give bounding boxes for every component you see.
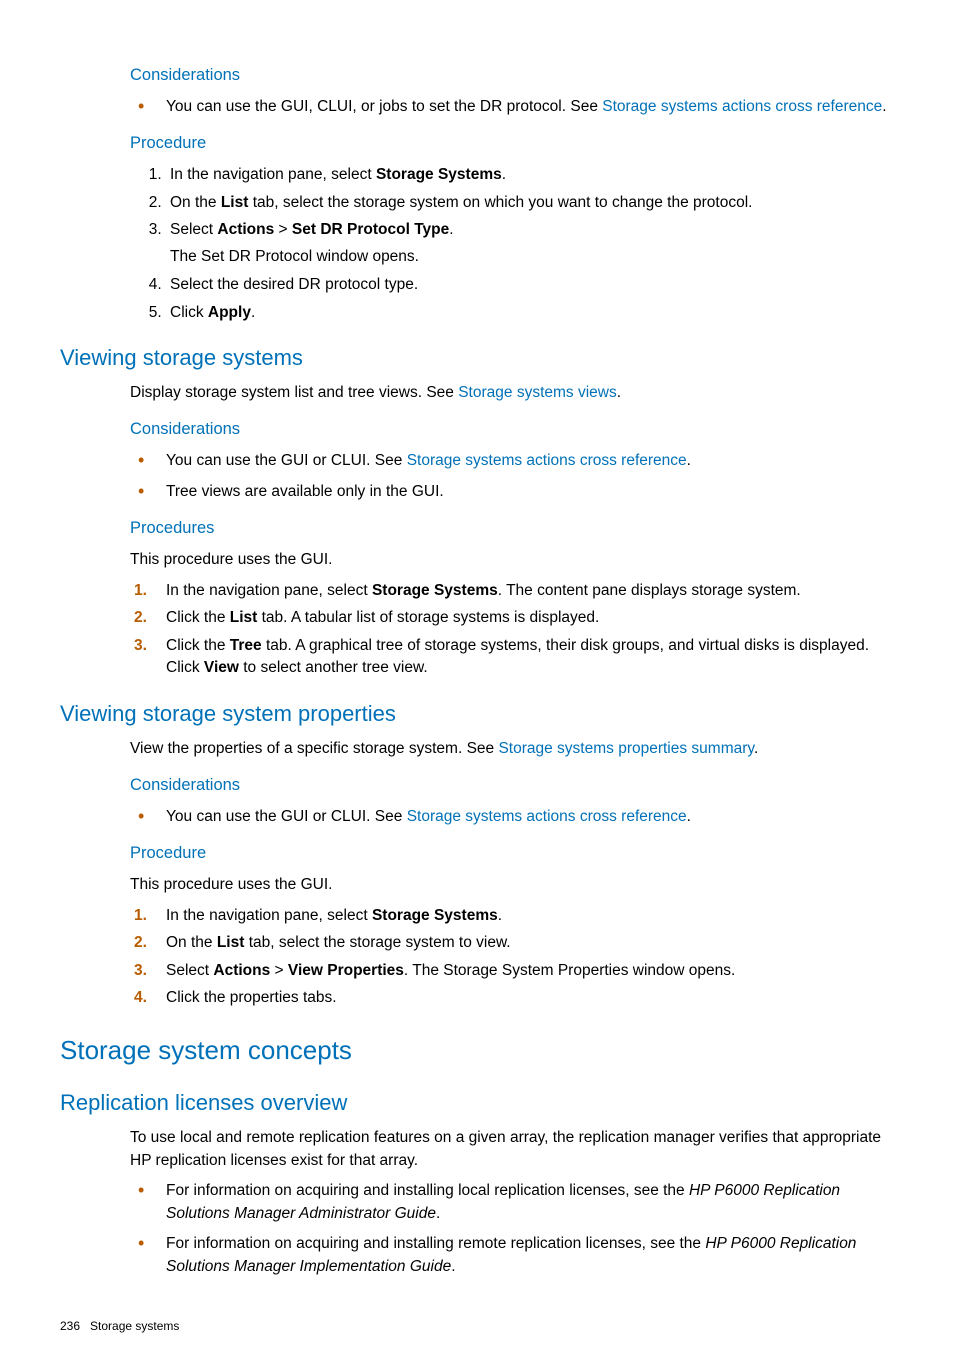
text: You can use the GUI, CLUI, or jobs to se… <box>166 98 602 115</box>
list-item: You can use the GUI or CLUI. See Storage… <box>130 806 894 828</box>
bold: List <box>230 609 258 626</box>
list-item: Select Actions > Set DR Protocol Type. T… <box>166 219 894 268</box>
section-heading-licenses: Replication licenses overview <box>60 1087 894 1119</box>
text: You can use the GUI or CLUI. See <box>166 808 407 825</box>
text: In the navigation pane, select <box>170 166 376 183</box>
bold: Storage Systems <box>372 582 498 599</box>
text: Click the <box>166 637 230 654</box>
bold: Storage Systems <box>372 907 498 924</box>
considerations-list: You can use the GUI, CLUI, or jobs to se… <box>130 96 894 118</box>
considerations-list: You can use the GUI or CLUI. See Storage… <box>130 806 894 828</box>
list-item: Click the Tree tab. A graphical tree of … <box>130 635 894 680</box>
paragraph: Display storage system list and tree vie… <box>130 382 894 404</box>
text: Click <box>170 304 208 321</box>
text: . <box>449 221 453 238</box>
list-item: Tree views are available only in the GUI… <box>130 481 894 503</box>
text: . The Storage System Properties window o… <box>404 962 735 979</box>
text: . <box>687 452 691 469</box>
list-item: On the List tab, select the storage syst… <box>130 932 894 954</box>
link-cross-reference[interactable]: Storage systems actions cross reference <box>407 808 687 825</box>
list-item: You can use the GUI, CLUI, or jobs to se… <box>130 96 894 118</box>
text: In the navigation pane, select <box>166 582 372 599</box>
list-item: In the navigation pane, select Storage S… <box>130 905 894 927</box>
list-item: Click Apply. <box>166 302 894 324</box>
text: For information on acquiring and install… <box>166 1182 689 1199</box>
bold: List <box>217 934 245 951</box>
link-storage-views[interactable]: Storage systems views <box>458 384 617 401</box>
list-item: For information on acquiring and install… <box>130 1233 894 1278</box>
text: tab. A tabular list of storage systems i… <box>257 609 599 626</box>
text: Select <box>166 962 213 979</box>
procedure-list: In the navigation pane, select Storage S… <box>130 905 894 1010</box>
section-heading-viewing-systems: Viewing storage systems <box>60 342 894 374</box>
page-footer: 236 Storage systems <box>60 1318 894 1335</box>
bold: View Properties <box>288 962 404 979</box>
sub-text: The Set DR Protocol window opens. <box>170 246 894 268</box>
procedures-heading: Procedures <box>130 517 894 541</box>
considerations-heading: Considerations <box>130 774 894 798</box>
list-item: In the navigation pane, select Storage S… <box>130 580 894 602</box>
bold: Storage Systems <box>376 166 502 183</box>
procedure-heading: Procedure <box>130 132 894 156</box>
text: . <box>251 304 255 321</box>
procedure-list: In the navigation pane, select Storage S… <box>130 580 894 680</box>
text: View the properties of a specific storag… <box>130 740 498 757</box>
text: . <box>451 1258 455 1275</box>
text: . <box>882 98 886 115</box>
text: . <box>687 808 691 825</box>
procedure-list: In the navigation pane, select Storage S… <box>130 164 894 324</box>
link-cross-reference[interactable]: Storage systems actions cross reference <box>602 98 882 115</box>
text: to select another tree view. <box>239 659 428 676</box>
section-heading-viewing-properties: Viewing storage system properties <box>60 698 894 730</box>
list-item: In the navigation pane, select Storage S… <box>166 164 894 186</box>
text: For information on acquiring and install… <box>166 1235 705 1252</box>
bold: Actions <box>217 221 274 238</box>
text: > <box>270 962 288 979</box>
text: tab, select the storage system to view. <box>244 934 510 951</box>
paragraph: This procedure uses the GUI. <box>130 874 894 896</box>
list-item: Select Actions > View Properties. The St… <box>130 960 894 982</box>
text: In the navigation pane, select <box>166 907 372 924</box>
link-cross-reference[interactable]: Storage systems actions cross reference <box>407 452 687 469</box>
text: On the <box>166 934 217 951</box>
text: On the <box>170 194 221 211</box>
text: tab, select the storage system on which … <box>248 194 752 211</box>
considerations-list: You can use the GUI or CLUI. See Storage… <box>130 450 894 503</box>
considerations-heading: Considerations <box>130 64 894 88</box>
section-heading-concepts: Storage system concepts <box>60 1032 894 1070</box>
bold: Set DR Protocol Type <box>292 221 449 238</box>
list-item: Click the properties tabs. <box>130 987 894 1009</box>
text: . <box>436 1205 440 1222</box>
procedure-heading: Procedure <box>130 842 894 866</box>
text: . The content pane displays storage syst… <box>498 582 801 599</box>
paragraph: To use local and remote replication feat… <box>130 1127 894 1172</box>
text: . <box>617 384 621 401</box>
bold: Apply <box>208 304 251 321</box>
list-item: On the List tab, select the storage syst… <box>166 192 894 214</box>
list-item: You can use the GUI or CLUI. See Storage… <box>130 450 894 472</box>
chapter-name: Storage systems <box>90 1319 179 1333</box>
bold: View <box>204 659 239 676</box>
list-item: Click the List tab. A tabular list of st… <box>130 607 894 629</box>
list-item: Select the desired DR protocol type. <box>166 274 894 296</box>
info-list: For information on acquiring and install… <box>130 1180 894 1278</box>
text: Click the <box>166 609 230 626</box>
text: You can use the GUI or CLUI. See <box>166 452 407 469</box>
text: . <box>498 907 502 924</box>
list-item: For information on acquiring and install… <box>130 1180 894 1225</box>
bold: Tree <box>230 637 262 654</box>
text: Select <box>170 221 217 238</box>
bold: Actions <box>213 962 270 979</box>
link-properties-summary[interactable]: Storage systems properties summary <box>498 740 754 757</box>
text: > <box>274 221 292 238</box>
paragraph: This procedure uses the GUI. <box>130 549 894 571</box>
text: Display storage system list and tree vie… <box>130 384 458 401</box>
bold: List <box>221 194 249 211</box>
paragraph: View the properties of a specific storag… <box>130 738 894 760</box>
text: . <box>754 740 758 757</box>
page-number: 236 <box>60 1318 80 1335</box>
considerations-heading: Considerations <box>130 418 894 442</box>
text: . <box>502 166 506 183</box>
